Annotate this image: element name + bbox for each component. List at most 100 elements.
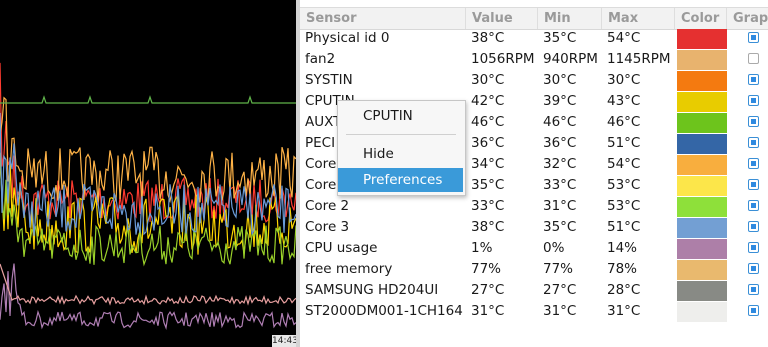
context-menu-title: CPUTIN: [363, 108, 413, 124]
cell-sensor: fan2: [305, 51, 336, 67]
menu-separator: [346, 134, 456, 135]
menu-item-hide[interactable]: Hide: [338, 142, 463, 166]
cell-min: 31°C: [543, 198, 577, 214]
cell-max: 28°C: [607, 282, 641, 298]
graph-checkbox[interactable]: [748, 284, 759, 295]
table-header: Sensor Value Min Max Color Graph: [300, 7, 768, 30]
column-header-graph[interactable]: Graph: [727, 8, 768, 29]
cell-sensor: CPU usage: [305, 240, 378, 256]
context-menu: CPUTIN Hide Preferences: [337, 100, 466, 196]
color-swatch[interactable]: [677, 302, 727, 322]
cell-min: 77%: [543, 261, 574, 277]
graph-checkbox[interactable]: [748, 221, 759, 232]
sensor-graph: [0, 0, 296, 347]
column-header-color[interactable]: Color: [675, 8, 727, 29]
color-swatch[interactable]: [677, 197, 727, 217]
cell-sensor: Core 3: [305, 219, 350, 235]
cell-max: 51°C: [607, 135, 641, 151]
cell-value: 1056RPM: [471, 51, 535, 67]
table-row[interactable]: CPU usage 1% 0% 14%: [300, 238, 768, 259]
cell-max: 31°C: [607, 303, 641, 319]
color-swatch[interactable]: [677, 176, 727, 196]
cell-value: 36°C: [471, 135, 505, 151]
cell-value: 38°C: [471, 219, 505, 235]
color-swatch[interactable]: [677, 134, 727, 154]
column-header-sensor[interactable]: Sensor: [300, 8, 466, 29]
color-swatch[interactable]: [677, 155, 727, 175]
cell-value: 1%: [471, 240, 493, 256]
graph-series-line: [0, 263, 296, 306]
graph-checkbox[interactable]: [748, 179, 759, 190]
table-row[interactable]: SYSTIN 30°C 30°C 30°C: [300, 70, 768, 91]
table-row[interactable]: free memory 77% 77% 78%: [300, 259, 768, 280]
graph-checkbox[interactable]: [748, 158, 759, 169]
cell-min: 33°C: [543, 177, 577, 193]
color-swatch[interactable]: [677, 239, 727, 259]
cell-value: 27°C: [471, 282, 505, 298]
table-row[interactable]: Physical id 0 38°C 35°C 54°C: [300, 28, 768, 49]
cell-max: 78%: [607, 261, 638, 277]
graph-checkbox[interactable]: [748, 53, 759, 64]
column-header-value[interactable]: Value: [466, 8, 538, 29]
table-row[interactable]: fan2 1056RPM 940RPM 1145RPM: [300, 49, 768, 70]
cell-sensor: SAMSUNG HD204UI: [305, 282, 439, 298]
cell-value: 38°C: [471, 30, 505, 46]
graph-checkbox[interactable]: [748, 95, 759, 106]
cell-min: 31°C: [543, 303, 577, 319]
graph-checkbox[interactable]: [748, 305, 759, 316]
table-row[interactable]: SAMSUNG HD204UI 27°C 27°C 28°C: [300, 280, 768, 301]
cell-min: 0%: [543, 240, 565, 256]
cell-min: 940RPM: [543, 51, 598, 67]
table-row[interactable]: ST2000DM001-1CH164 31°C 31°C 31°C: [300, 301, 768, 322]
graph-checkbox[interactable]: [748, 242, 759, 253]
graph-checkbox[interactable]: [748, 137, 759, 148]
color-swatch[interactable]: [677, 113, 727, 133]
column-header-max[interactable]: Max: [602, 8, 675, 29]
graph-checkbox[interactable]: [748, 263, 759, 274]
cell-value: 42°C: [471, 93, 505, 109]
cell-max: 54°C: [607, 156, 641, 172]
sensor-graph-plot: [0, 62, 296, 330]
cell-sensor: Physical id 0: [305, 30, 390, 46]
color-swatch[interactable]: [677, 71, 727, 91]
cell-value: 77%: [471, 261, 502, 277]
color-swatch[interactable]: [677, 92, 727, 112]
table-row[interactable]: Core 2 33°C 31°C 53°C: [300, 196, 768, 217]
color-swatch[interactable]: [677, 260, 727, 280]
cell-min: 35°C: [543, 219, 577, 235]
cell-value: 35°C: [471, 177, 505, 193]
color-swatch[interactable]: [677, 281, 727, 301]
cell-min: 30°C: [543, 72, 577, 88]
cell-max: 46°C: [607, 114, 641, 130]
cell-max: 1145RPM: [607, 51, 671, 67]
column-header-min[interactable]: Min: [538, 8, 602, 29]
cell-value: 30°C: [471, 72, 505, 88]
cell-value: 33°C: [471, 198, 505, 214]
cell-max: 30°C: [607, 72, 641, 88]
color-swatch[interactable]: [677, 218, 727, 238]
cell-value: 34°C: [471, 156, 505, 172]
cell-max: 53°C: [607, 177, 641, 193]
cell-min: 32°C: [543, 156, 577, 172]
graph-checkbox[interactable]: [748, 200, 759, 211]
graph-series-line: [0, 263, 296, 330]
table-row[interactable]: Core 3 38°C 35°C 51°C: [300, 217, 768, 238]
cell-sensor: ST2000DM001-1CH164: [305, 303, 463, 319]
cell-max: 51°C: [607, 219, 641, 235]
graph-checkbox[interactable]: [748, 32, 759, 43]
color-swatch[interactable]: [677, 50, 727, 70]
graph-checkbox[interactable]: [748, 74, 759, 85]
cell-min: 35°C: [543, 30, 577, 46]
cell-max: 14%: [607, 240, 638, 256]
cell-min: 39°C: [543, 93, 577, 109]
cell-max: 53°C: [607, 198, 641, 214]
cell-sensor: SYSTIN: [305, 72, 353, 88]
cell-min: 46°C: [543, 114, 577, 130]
color-swatch[interactable]: [677, 29, 727, 49]
cell-value: 46°C: [471, 114, 505, 130]
graph-checkbox[interactable]: [748, 116, 759, 127]
cell-max: 54°C: [607, 30, 641, 46]
cell-min: 36°C: [543, 135, 577, 151]
menu-item-preferences[interactable]: Preferences: [338, 168, 463, 192]
graph-series-line: [0, 95, 296, 104]
